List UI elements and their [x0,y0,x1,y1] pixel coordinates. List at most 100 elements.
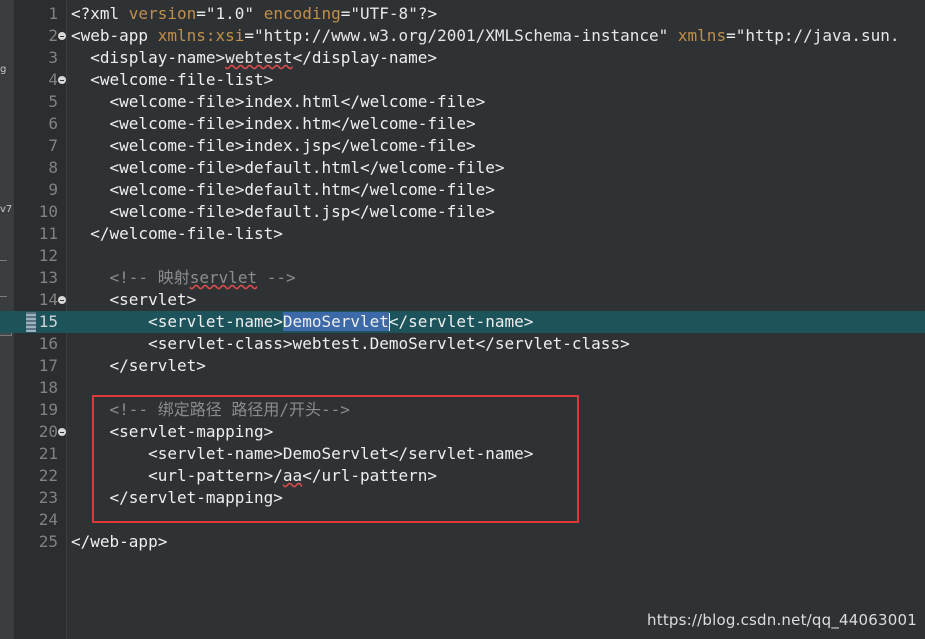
code-token: <display-name> [71,48,226,67]
code-token: <servlet-name> [71,312,283,331]
line-number: 6 [48,114,58,133]
code-token: xmlns [677,26,727,45]
fold-toggle-icon[interactable] [58,428,66,436]
code-line[interactable]: 6 <welcome-file>index.htm</welcome-file> [0,113,925,135]
line-number: 25 [38,532,58,551]
line-number: 13 [38,268,58,287]
code-token: <welcome-file>index.html</welcome-file> [71,92,486,111]
code-token: xmlns:xsi [157,26,245,45]
code-token: <web-app [71,26,158,45]
code-text: <web-app xmlns:xsi="http://www.w3.org/20… [71,25,899,47]
line-number: 9 [48,180,58,199]
code-token: <welcome-file>index.htm</welcome-file> [71,114,476,133]
code-token: <welcome-file-list> [71,70,274,89]
code-token: <welcome-file>default.jsp</welcome-file> [71,202,495,221]
code-line[interactable]: 12 [0,245,925,267]
code-token: servlet [189,268,258,287]
code-line[interactable]: 2 <web-app xmlns:xsi="http://www.w3.org/2… [0,25,925,47]
code-text: <display-name>webtest</display-name> [71,47,437,69]
line-number: 16 [38,334,58,353]
code-token: ?> [417,4,438,23]
fold-toggle-icon[interactable] [58,76,66,84]
code-line[interactable]: 15 <servlet-name>DemoServlet</servlet-na… [0,311,925,333]
code-line[interactable]: 17 </servlet> [0,355,925,377]
code-token: = [244,26,255,45]
line-number: 5 [48,92,58,111]
code-text: <servlet-name>DemoServlet</servlet-name> [71,311,533,333]
line-number: 7 [48,136,58,155]
code-token: <!-- 映射 [71,268,190,287]
line-number: 4 [48,70,58,89]
code-token: </servlet> [71,356,206,375]
line-number: 21 [38,444,58,463]
code-token: DemoServlet [282,312,389,331]
fold-toggle-icon[interactable] [58,296,66,304]
line-number: 17 [38,356,58,375]
code-token: </web-app> [71,532,168,551]
code-token: encoding [263,4,341,23]
code-token: "UTF-8" [350,4,418,23]
line-number: 15 [38,312,58,331]
code-text: <!-- 映射servlet --> [71,267,296,289]
code-text: </web-app> [71,531,167,553]
code-token: "http://java.sun. [735,26,900,45]
line-number: 12 [38,246,58,265]
code-line[interactable]: 8 <welcome-file>default.html</welcome-fi… [0,157,925,179]
code-token: </display-name> [292,48,438,67]
line-number: 20 [38,422,58,441]
watermark: https://blog.csdn.net/qq_44063001 [647,611,917,629]
code-token: <servlet> [71,290,197,309]
code-text: <servlet> [71,289,197,311]
line-number: 22 [38,466,58,485]
code-text: <servlet-class>webtest.DemoServlet</serv… [71,333,630,355]
line-number: 3 [48,48,58,67]
code-line[interactable]: 3 <display-name>webtest</display-name> [0,47,925,69]
code-token: <?xml [71,4,129,23]
line-number: 2 [48,26,58,45]
code-text: <welcome-file>default.jsp</welcome-file> [71,201,495,223]
line-number: 19 [38,400,58,419]
code-token: = [196,4,206,23]
line-number: 18 [38,378,58,397]
code-line[interactable]: 10 <welcome-file>default.jsp</welcome-fi… [0,201,925,223]
code-line[interactable]: 11 </welcome-file-list> [0,223,925,245]
code-text: </welcome-file-list> [71,223,283,245]
code-text: <welcome-file>default.html</welcome-file… [71,157,505,179]
line-number: 10 [38,202,58,221]
text-cursor [389,313,390,331]
code-line[interactable]: 16 <servlet-class>webtest.DemoServlet</s… [0,333,925,355]
code-token: <welcome-file>default.htm</welcome-file> [71,180,495,199]
code-text: <welcome-file-list> [71,69,273,91]
code-token: "1.0" [205,4,255,23]
code-text: </servlet> [71,355,206,377]
line-number: 11 [38,224,58,243]
line-number: 1 [48,4,58,23]
code-line[interactable]: 14 <servlet> [0,289,925,311]
code-line[interactable]: 13 <!-- 映射servlet --> [0,267,925,289]
code-token: "http://www.w3.org/2001/XMLSchema-instan… [254,26,669,45]
code-text: <welcome-file>index.html</welcome-file> [71,91,486,113]
red-annotation-box [92,395,579,523]
code-text: <welcome-file>index.jsp</welcome-file> [71,135,476,157]
code-line[interactable]: 25 </web-app> [0,531,925,553]
code-line[interactable]: 9 <welcome-file>default.htm</welcome-fil… [0,179,925,201]
line-number: 23 [38,488,58,507]
code-text: <welcome-file>default.htm</welcome-file> [71,179,495,201]
code-line[interactable]: 7 <welcome-file>index.jsp</welcome-file> [0,135,925,157]
code-token: version [128,4,197,23]
code-token: = [726,26,736,45]
code-token: --> [257,268,296,287]
code-token: </welcome-file-list> [71,224,283,243]
code-line[interactable]: 4 <welcome-file-list> [0,69,925,91]
code-token: webtest [225,48,293,67]
code-token: <welcome-file>index.jsp</welcome-file> [71,136,476,155]
code-token: <servlet-class>webtest.DemoServlet</serv… [71,334,630,353]
code-text: <welcome-file>index.htm</welcome-file> [71,113,476,135]
code-token: </servlet-name> [388,312,534,331]
code-line[interactable]: 5 <welcome-file>index.html</welcome-file… [0,91,925,113]
code-line[interactable]: 1 <?xml version="1.0" encoding="UTF-8"?> [0,3,925,25]
fold-toggle-icon[interactable] [58,32,66,40]
code-token: = [340,4,351,23]
